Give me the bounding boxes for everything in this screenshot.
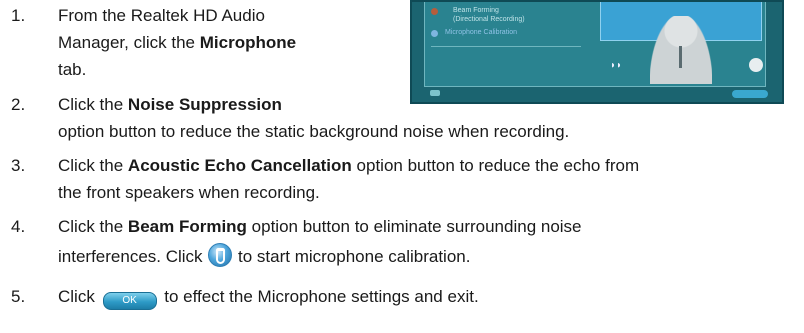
step-text-line: Click the Beam Forming option button to …: [58, 217, 582, 236]
step-number: 4.: [11, 217, 26, 236]
step-text-line: option button to reduce the static backg…: [58, 122, 570, 141]
realtek-panel-screenshot: Beam Forming (Directional Recording) Mic…: [410, 0, 784, 104]
panel-body: Beam Forming (Directional Recording) Mic…: [424, 2, 766, 87]
panel-divider: [431, 46, 581, 47]
step-text-line: the front speakers when recording.: [58, 183, 320, 202]
step-number: 5.: [11, 287, 26, 306]
panel-back-icon: [430, 90, 440, 96]
step-text-line: Click the Noise Suppression: [58, 95, 282, 114]
step-text-line: Click the Acoustic Echo Cancellation opt…: [58, 156, 640, 175]
step-number: 1.: [11, 6, 26, 25]
panel-option-beam-sub: (Directional Recording): [453, 16, 525, 23]
microphone-calibration-icon: [208, 243, 233, 267]
ok-button-icon: OK: [102, 292, 157, 310]
step-text-line: From the Realtek HD Audio: [58, 6, 265, 25]
step-text-line: interferences. Click to start microphone…: [58, 243, 470, 270]
calibration-icon: [431, 30, 438, 37]
step-text-line: Manager, click the Microphone: [58, 33, 297, 52]
beam-forming-radio: [431, 8, 438, 15]
panel-option-calibration: Microphone Calibration: [445, 29, 517, 36]
panel-ok-button: [732, 90, 768, 98]
step-number: 3.: [11, 156, 26, 175]
panel-option-beam: Beam Forming: [453, 7, 499, 14]
speaker-left-icon: ◗◗: [610, 60, 623, 71]
step-text-line: Click OK to effect the Microphone settin…: [58, 283, 479, 310]
step-number: 2.: [11, 95, 26, 114]
step-text-line: tab.: [58, 60, 87, 79]
speaker-right-icon: [749, 58, 763, 72]
microphone-stand-icon: [679, 46, 682, 68]
